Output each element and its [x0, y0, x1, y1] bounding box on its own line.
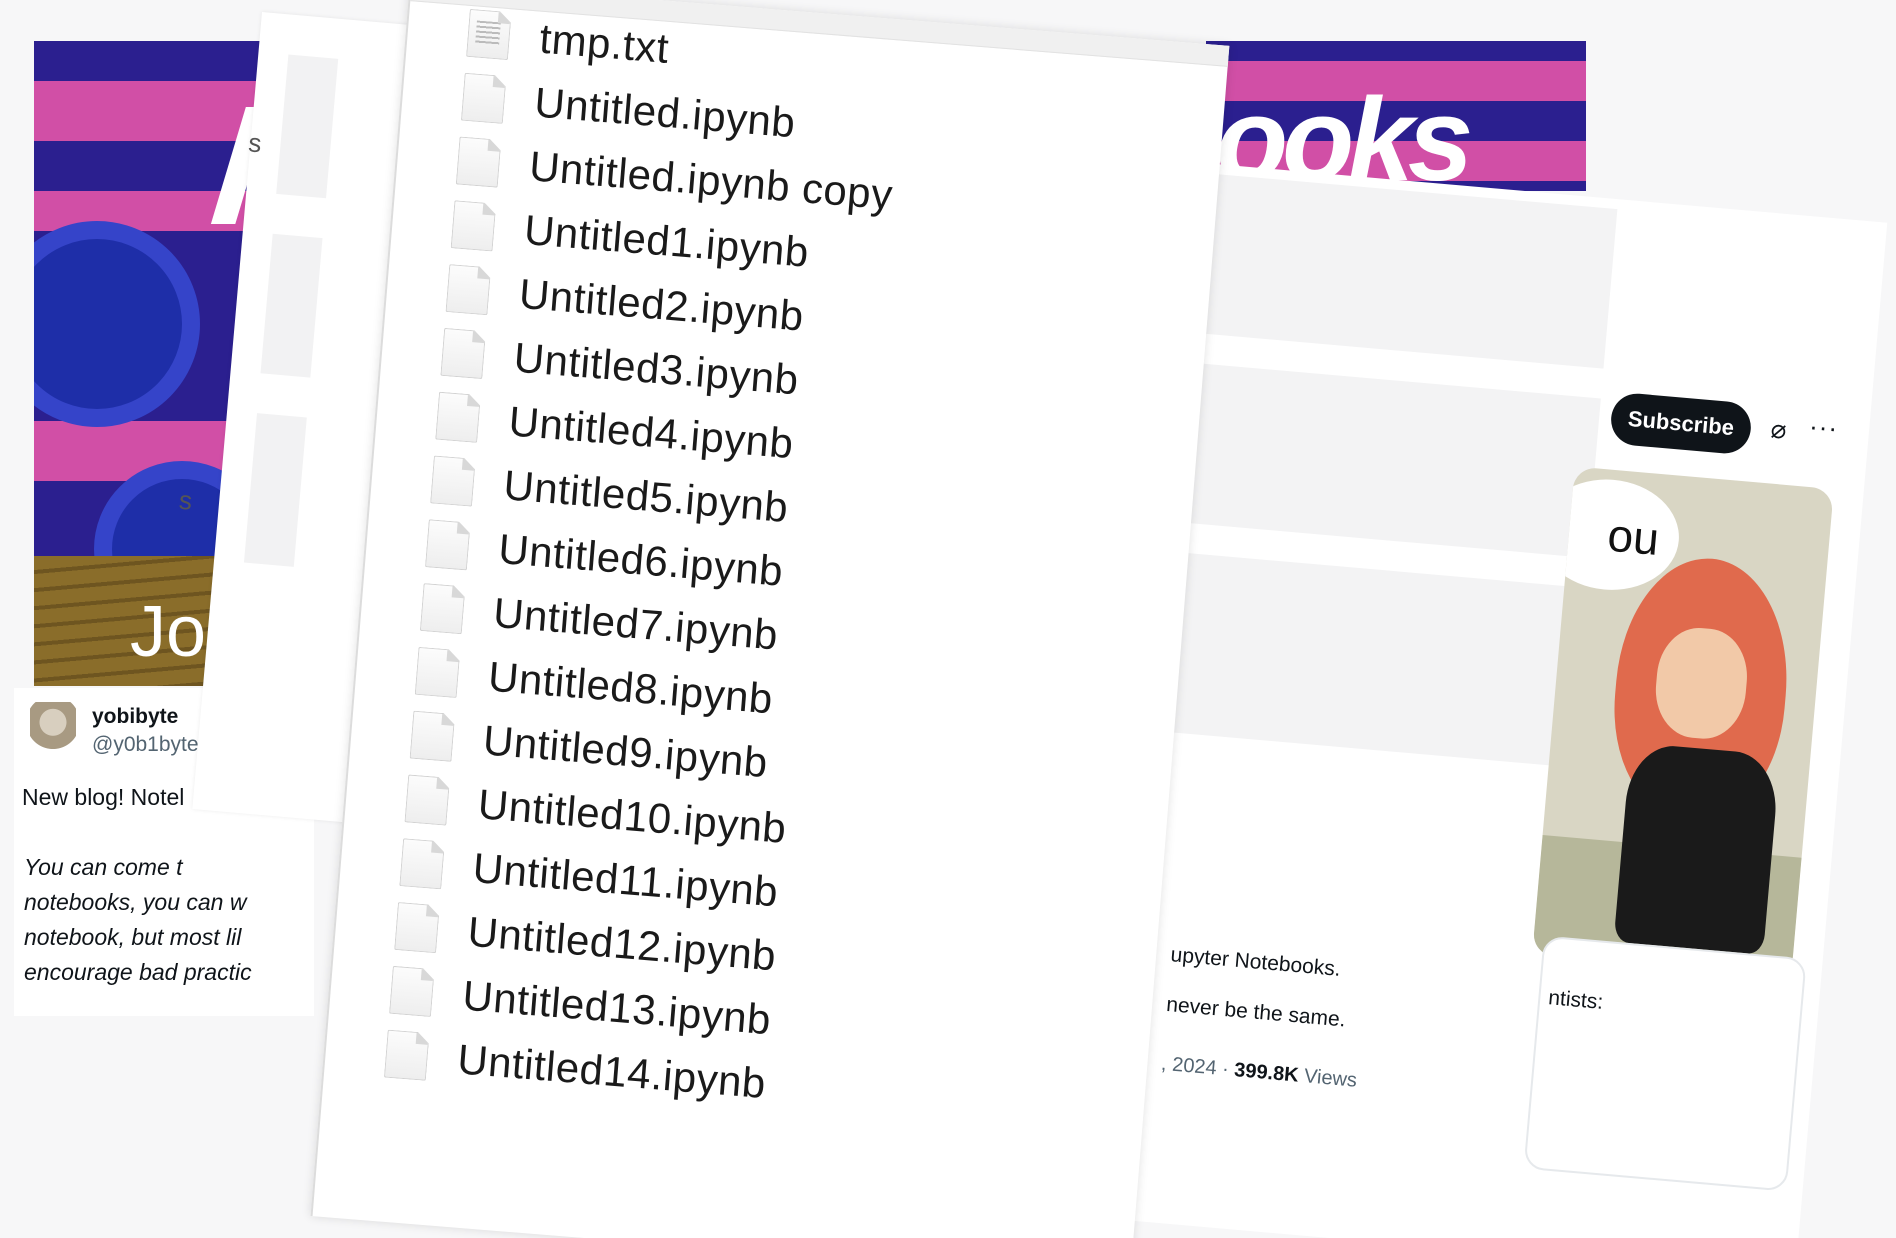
file-name: Untitled1.ipynb [522, 206, 811, 276]
tweet-text-line: ntists: [1547, 986, 1605, 1014]
document-icon [389, 966, 435, 1017]
placeholder-block [1150, 551, 1585, 768]
file-name: Untitled.ipynb [532, 78, 798, 147]
document-icon [451, 200, 497, 251]
grok-icon[interactable]: ⌀ [1770, 413, 1788, 445]
views-label: Views [1297, 1064, 1358, 1092]
tweet-quote: You can come t notebooks, you can w note… [24, 850, 252, 990]
tweet-quote-line: You can come t [24, 854, 183, 880]
document-icon [435, 392, 481, 443]
tweet-quote-line: notebooks, you can w [24, 889, 247, 915]
file-name: Untitled6.ipynb [496, 525, 786, 595]
placeholder-block [276, 54, 339, 199]
text-file-icon [466, 9, 512, 60]
file-name: tmp.txt [537, 14, 671, 72]
more-options-icon[interactable]: ··· [1808, 411, 1839, 444]
document-icon [420, 583, 466, 634]
placeholder-block [243, 413, 307, 567]
placeholder-block [260, 233, 323, 378]
document-icon [461, 73, 507, 124]
tweet-quote-line: encourage bad practic [24, 959, 252, 985]
meme-character-shirt [1613, 742, 1781, 955]
file-name: Untitled4.ipynb [507, 397, 796, 468]
file-name: Untitled9.ipynb [481, 716, 770, 787]
clipped-text: s [177, 484, 194, 516]
document-icon [384, 1030, 430, 1081]
collage-stage: I Joe yobibyte @y0b1byte New blog! Notel… [0, 0, 1896, 1238]
avatar[interactable] [30, 702, 76, 760]
document-icon [456, 136, 502, 187]
document-icon [394, 902, 440, 953]
file-name: Untitled2.ipynb [517, 269, 806, 340]
tweet-media-image[interactable]: ou [1532, 466, 1834, 978]
file-name: Untitled3.ipynb [512, 333, 801, 404]
document-icon [425, 519, 471, 570]
tweet-author-handle[interactable]: @y0b1byte [92, 733, 199, 757]
tweet-text: New blog! Notel [22, 784, 185, 810]
file-name: Untitled7.ipynb [491, 588, 780, 659]
finder-file-list[interactable]: tmp.txt Untitled.ipynb Untitled.ipynb co… [310, 0, 1230, 1238]
tweet-quote-line: notebook, but most lil [24, 924, 242, 950]
tweet-author-name[interactable]: yobibyte [92, 705, 178, 729]
poster-ring [34, 221, 200, 427]
clipped-text: s [247, 127, 263, 159]
document-icon [430, 455, 476, 506]
document-icon [404, 774, 450, 825]
file-name: Untitled5.ipynb [501, 461, 791, 531]
document-icon [415, 647, 461, 698]
document-icon [410, 711, 456, 762]
document-icon [445, 264, 491, 315]
views-count: 399.8K [1233, 1059, 1300, 1087]
document-icon [399, 838, 445, 889]
file-name: Untitled8.ipynb [486, 652, 775, 723]
document-icon [440, 328, 486, 379]
quoted-text-card[interactable] [1523, 935, 1807, 1192]
